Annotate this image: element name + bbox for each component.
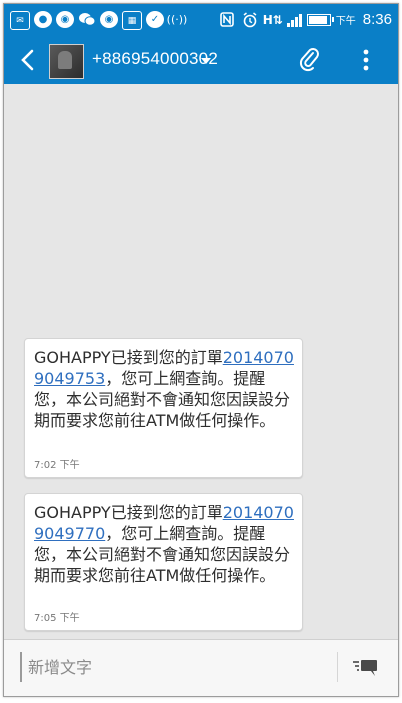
message-bubble[interactable]: GOHAPPY已接到您的訂單20140709049753，您可上網查詢。提醒您，… — [24, 338, 303, 478]
contact-name[interactable]: +886954000302 — [92, 49, 218, 69]
status-time: 8:36 — [362, 11, 392, 28]
keyboard-icon: ▦ — [122, 11, 142, 30]
wechat-icon — [78, 11, 96, 28]
phone-screen: ✉ ● ◉ ◉ ▦ ✓ ((·)) H⇅ 下午 8:36 +8869540003… — [3, 3, 399, 697]
message-prefix: GOHAPPY已接到您的訂單 — [34, 348, 223, 367]
message-text: GOHAPPY已接到您的訂單20140709049753，您可上網查詢。提醒您，… — [34, 347, 296, 431]
send-icon[interactable] — [352, 655, 378, 679]
message-time: 7:05 下午 — [34, 613, 80, 624]
action-bar: +886954000302 — [4, 37, 398, 84]
message-prefix: GOHAPPY已接到您的訂單 — [34, 503, 223, 522]
message-text: GOHAPPY已接到您的訂單20140709049770，您可上網查詢。提醒您，… — [34, 502, 296, 586]
alarm-icon — [241, 11, 259, 28]
nfc-icon — [218, 11, 236, 28]
avatar[interactable] — [49, 44, 84, 79]
weibo-icon: ◉ — [100, 11, 118, 28]
wifi-hotspot-icon: ((·)) — [166, 13, 188, 26]
message-bubble[interactable]: GOHAPPY已接到您的訂單20140709049770，您可上網查詢。提醒您，… — [24, 493, 303, 631]
send-divider — [337, 652, 338, 682]
message-time: 7:02 下午 — [34, 460, 80, 471]
signal-icon — [286, 13, 302, 27]
conversation-area[interactable]: GOHAPPY已接到您的訂單20140709049753，您可上網查詢。提醒您，… — [4, 84, 398, 639]
compose-input[interactable] — [20, 652, 330, 682]
composer-bar — [4, 639, 398, 696]
battery-icon — [306, 13, 334, 26]
status-bar: ✉ ● ◉ ◉ ▦ ✓ ((·)) H⇅ 下午 8:36 — [4, 4, 398, 37]
dropbox-icon: ✓ — [146, 11, 164, 28]
weibo-icon: ◉ — [56, 11, 74, 28]
status-ampm: 下午 — [335, 16, 356, 27]
back-icon[interactable] — [16, 46, 40, 74]
h-data-icon: H⇅ — [262, 12, 283, 27]
attach-icon[interactable] — [298, 47, 322, 73]
more-icon[interactable] — [354, 47, 378, 73]
line-icon: ● — [34, 11, 52, 28]
message-icon: ✉ — [10, 11, 30, 30]
dropdown-icon[interactable] — [201, 58, 211, 64]
